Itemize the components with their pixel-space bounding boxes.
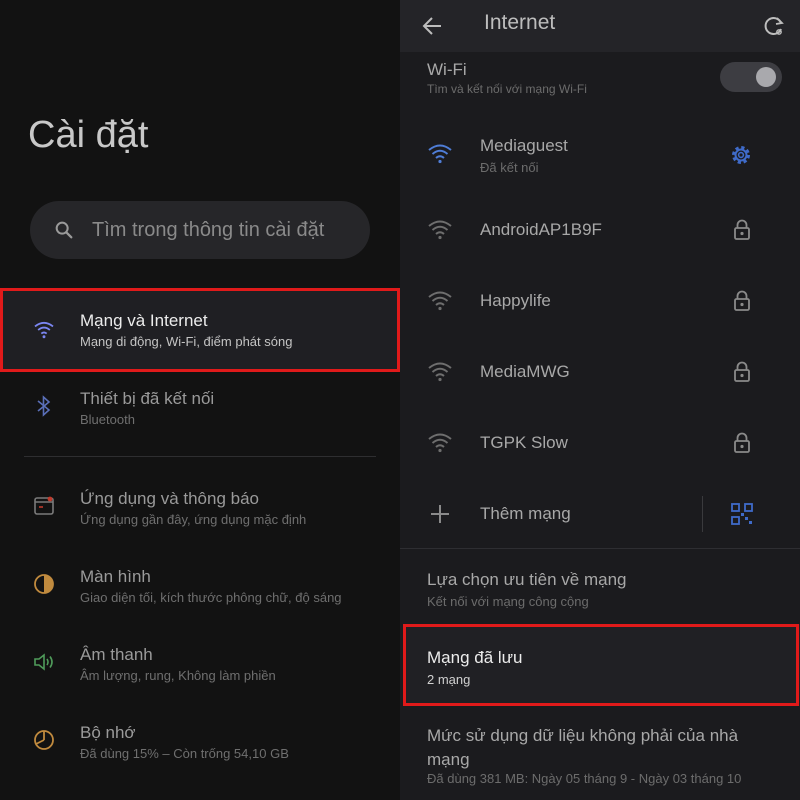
wifi-toggle-row[interactable]: Wi-Fi Tìm và kết nối với mạng Wi-Fi (400, 52, 800, 108)
lock-icon (730, 431, 754, 455)
bluetooth-icon (32, 394, 56, 418)
wifi-signal-icon (426, 142, 454, 166)
settings-item-label: Bộ nhớ (80, 723, 136, 742)
lock-icon (730, 218, 754, 242)
apps-icon (32, 494, 56, 518)
prefs-label: Lựa chọn ưu tiên về mạng (427, 570, 627, 589)
network-name: AndroidAP1B9F (480, 220, 602, 239)
plus-icon (428, 502, 452, 526)
internet-panel: Internet Wi-Fi Tìm và kết nối với mạng W… (400, 0, 800, 800)
data-usage-label: Mức sử dụng dữ liệu không phải của nhà m… (427, 726, 739, 769)
network-row[interactable]: AndroidAP1B9F (400, 198, 800, 262)
wifi-label: Wi-Fi (427, 60, 467, 79)
highlight-box-network (0, 288, 400, 372)
settings-item-devices[interactable]: Thiết bị đã kết nối Bluetooth (0, 378, 400, 442)
storage-icon (32, 728, 56, 752)
settings-item-label: Màn hình (80, 567, 151, 586)
display-icon (32, 572, 56, 596)
lock-icon (730, 289, 754, 313)
add-network-row[interactable]: Thêm mạng (400, 482, 800, 546)
wifi-signal-icon (426, 431, 454, 455)
gear-icon[interactable] (728, 142, 754, 168)
divider (400, 548, 800, 549)
qr-code-icon[interactable] (730, 502, 754, 526)
settings-item-apps[interactable]: Ứng dụng và thông báo Ứng dụng gần đây, … (0, 478, 400, 542)
network-name: MediaMWG (480, 362, 570, 381)
settings-item-label: Thiết bị đã kết nối (80, 389, 215, 408)
wifi-signal-icon (426, 218, 454, 242)
network-row[interactable]: Happylife (400, 269, 800, 333)
settings-item-label: Âm thanh (80, 645, 153, 664)
settings-item-sub: Ứng dụng gần đây, ứng dụng mặc định (80, 512, 307, 527)
refresh-icon[interactable] (759, 11, 789, 41)
settings-item-sub: Bluetooth (80, 412, 135, 427)
settings-item-sub: Âm lượng, rung, Không làm phiền (80, 668, 276, 683)
network-prefs-row[interactable]: Lựa chọn ưu tiên về mạng Kết nối với mạn… (400, 560, 800, 618)
search-icon (52, 218, 76, 242)
settings-item-sound[interactable]: Âm thanh Âm lượng, rung, Không làm phiền (0, 634, 400, 698)
data-usage-row[interactable]: Mức sử dụng dữ liệu không phải của nhà m… (400, 716, 800, 800)
wifi-sub: Tìm và kết nối với mạng Wi-Fi (427, 82, 587, 96)
divider (24, 456, 376, 457)
lock-icon (730, 360, 754, 384)
settings-item-sub: Giao diện tối, kích thước phông chữ, độ … (80, 590, 342, 605)
network-status: Đã kết nối (480, 160, 539, 175)
data-usage-sub: Đã dùng 381 MB: Ngày 05 tháng 9 - Ngày 0… (427, 771, 742, 786)
divider (702, 496, 703, 532)
network-name: TGPK Slow (480, 433, 568, 452)
network-row[interactable]: MediaMWG (400, 340, 800, 404)
search-placeholder: Tìm trong thông tin cài đặt (92, 219, 325, 241)
toggle-knob (756, 67, 776, 87)
sound-icon (32, 650, 56, 674)
highlight-box-saved (403, 624, 799, 706)
settings-panel: Cài đặt Tìm trong thông tin cài đặt Mạng… (0, 0, 400, 800)
search-bar[interactable]: Tìm trong thông tin cài đặt (30, 201, 370, 259)
add-network-label: Thêm mạng (480, 504, 571, 523)
settings-item-display[interactable]: Màn hình Giao diện tối, kích thước phông… (0, 556, 400, 620)
page-title: Internet (484, 11, 556, 34)
wifi-signal-icon (426, 360, 454, 384)
network-name: Happylife (480, 291, 551, 310)
back-arrow-icon[interactable] (418, 12, 446, 40)
network-name: Mediaguest (480, 136, 568, 155)
settings-item-label: Ứng dụng và thông báo (80, 489, 259, 508)
prefs-sub: Kết nối với mạng công cộng (427, 594, 589, 609)
network-row[interactable]: Mediaguest Đã kết nối (400, 122, 800, 186)
wifi-signal-icon (426, 289, 454, 313)
app-bar: Internet (400, 0, 800, 52)
page-title: Cài đặt (28, 114, 149, 156)
network-row[interactable]: TGPK Slow (400, 411, 800, 475)
settings-item-storage[interactable]: Bộ nhớ Đã dùng 15% – Còn trống 54,10 GB (0, 712, 400, 776)
settings-item-sub: Đã dùng 15% – Còn trống 54,10 GB (80, 746, 289, 761)
wifi-toggle[interactable] (720, 62, 782, 92)
